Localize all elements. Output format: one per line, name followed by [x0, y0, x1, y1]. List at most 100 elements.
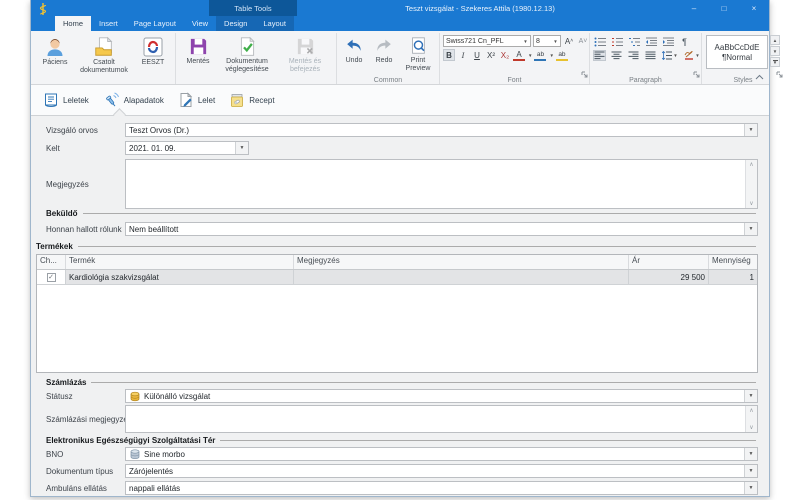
paciens-button[interactable]: Páciens — [35, 34, 75, 67]
scroll-up-icon[interactable]: ∧ — [749, 407, 753, 414]
tab-layout[interactable]: Layout — [255, 16, 294, 31]
ribbon: Páciens Csatolt dokumentumok EESZT Menté… — [31, 31, 783, 85]
dokumentum-tipus-label: Dokumentum típus — [46, 467, 114, 476]
dropdown-icon[interactable]: ▼ — [744, 482, 757, 494]
text-shading-button[interactable]: ab — [555, 49, 568, 61]
maximize-button[interactable]: □ — [709, 0, 739, 16]
dropdown-icon[interactable]: ▼ — [549, 53, 553, 58]
font-color-button[interactable]: A — [513, 49, 525, 61]
numbered-list-icon[interactable] — [610, 36, 623, 47]
mentes-button[interactable]: Mentés — [178, 34, 218, 66]
toolbar-item-recept[interactable]: Recept — [229, 85, 275, 115]
products-table-header: Ch... Termék Megjegyzés Ár Mennyiség — [37, 255, 757, 270]
style-gallery-item[interactable]: AaBbCcDdE ¶Normal — [706, 35, 768, 69]
font-size-combo[interactable]: 8 ▼ — [533, 35, 561, 47]
align-left-icon[interactable] — [593, 50, 606, 61]
bno-label: BNO — [46, 450, 64, 459]
bno-combo[interactable]: Sine morbo ▼ — [125, 447, 758, 461]
line-spacing-icon[interactable]: ▼ — [661, 50, 679, 61]
szamlazasi-megjegyzes-textarea[interactable]: ∧ ∨ — [125, 405, 758, 433]
scrollbar[interactable]: ∧ ∨ — [745, 160, 757, 208]
dropdown-icon[interactable]: ▼ — [521, 39, 530, 44]
scroll-up-icon[interactable]: ∧ — [749, 161, 753, 168]
close-button[interactable]: × — [739, 0, 769, 16]
col-megjegyzes[interactable]: Megjegyzés — [294, 255, 629, 269]
eeszt-icon — [143, 37, 163, 57]
save-icon — [190, 38, 206, 55]
font-dialog-launcher-icon[interactable] — [581, 65, 588, 83]
eeszt-button[interactable]: EESZT — [133, 34, 173, 67]
tab-home[interactable]: Home — [55, 16, 92, 31]
bold-button[interactable]: B — [443, 49, 455, 61]
paragraph-dialog-launcher-icon[interactable] — [693, 65, 700, 83]
decrease-indent-icon[interactable] — [644, 36, 657, 47]
products-table: Ch... Termék Megjegyzés Ár Mennyiség ✓ K… — [36, 254, 758, 373]
kelt-date-combo[interactable]: 2021. 01. 09. ▼ — [125, 141, 249, 155]
tab-design[interactable]: Design — [216, 16, 255, 31]
underline-button[interactable]: U — [471, 49, 483, 61]
highlight-button[interactable]: ab — [534, 49, 547, 61]
col-termek[interactable]: Termék — [66, 255, 294, 269]
col-ar[interactable]: Ár — [629, 255, 709, 269]
col-mennyiseg[interactable]: Mennyiség — [709, 255, 757, 269]
collapse-ribbon-icon[interactable] — [755, 74, 764, 82]
group-label-styles: Styles — [733, 77, 753, 84]
minimize-button[interactable]: – — [679, 0, 709, 16]
styles-dialog-launcher-icon[interactable] — [776, 65, 783, 83]
row-checkbox[interactable]: ✓ — [46, 273, 56, 282]
table-row[interactable]: ✓ Kardiológia szakvizsgálat 29 500 1 — [37, 270, 757, 285]
justify-icon[interactable] — [644, 50, 657, 61]
subscript-button[interactable]: X₂ — [499, 49, 511, 61]
align-center-icon[interactable] — [610, 50, 623, 61]
style-scroll-up-icon[interactable]: ▲ — [770, 35, 780, 45]
scrollbar[interactable]: ∧ ∨ — [745, 406, 757, 432]
grow-font-button[interactable]: A ˄ — [563, 35, 575, 47]
tab-view[interactable]: View — [184, 16, 216, 31]
redo-button: Redo — [369, 34, 399, 65]
borders-shading-icon[interactable]: ▼ — [683, 50, 701, 61]
scroll-down-icon[interactable]: ∨ — [749, 424, 753, 431]
dropdown-icon[interactable]: ▼ — [551, 39, 560, 44]
toolbar-item-leletek[interactable]: Leletek — [43, 85, 89, 115]
tab-page-layout[interactable]: Page Layout — [126, 16, 184, 31]
print-preview-button[interactable]: Print Preview — [399, 34, 437, 73]
dropdown-icon[interactable]: ▼ — [528, 53, 532, 58]
megjegyzes-textarea[interactable]: ∧ ∨ — [125, 159, 758, 209]
increase-indent-icon[interactable] — [661, 36, 674, 47]
superscript-button[interactable]: X² — [485, 49, 497, 61]
dropdown-icon[interactable]: ▼ — [744, 390, 757, 402]
statusz-combo[interactable]: Különálló vizsgálat ▼ — [125, 389, 758, 403]
col-check[interactable]: Ch... — [37, 255, 66, 269]
patient-icon — [47, 39, 63, 56]
dokumentum-tipus-combo[interactable]: Zárójelentés ▼ — [125, 464, 758, 478]
honnan-hallott-combo[interactable]: Nem beállított ▼ — [125, 222, 758, 236]
dropdown-icon[interactable]: ▼ — [235, 142, 248, 154]
font-name-combo[interactable]: Swiss721 Cn_PFL ▼ — [443, 35, 531, 47]
dropdown-icon[interactable]: ▼ — [744, 448, 757, 460]
tab-insert[interactable]: Insert — [91, 16, 126, 31]
toolbar-item-alapadatok[interactable]: Alapadatok — [103, 85, 164, 115]
bullet-list-icon[interactable] — [593, 36, 606, 47]
undo-button[interactable]: Undo — [339, 34, 369, 65]
dropdown-icon[interactable]: ▼ — [744, 223, 757, 235]
vizsgalo-orvos-combo[interactable]: Teszt Orvos (Dr.) ▼ — [125, 123, 758, 137]
dokumentum-veglegesitese-button[interactable]: Dokumentum véglegesítése — [218, 34, 276, 74]
show-paragraph-marks-icon[interactable]: ¶ — [678, 36, 691, 47]
align-right-icon[interactable] — [627, 50, 640, 61]
ribbon-group-save: Mentés Dokumentum véglegesítése Mentés é… — [175, 33, 336, 84]
dropdown-icon[interactable]: ▼ — [744, 465, 757, 477]
group-label-common: Common — [373, 77, 403, 84]
print-preview-icon — [412, 37, 425, 54]
group-label-font: Font — [507, 77, 522, 84]
scroll-down-icon[interactable]: ∨ — [749, 200, 753, 207]
ambulans-ellatas-combo[interactable]: nappali ellátás ▼ — [125, 481, 758, 495]
shrink-font-button[interactable]: A˅ — [577, 35, 589, 47]
style-scroll-down-icon[interactable]: ▼ — [770, 46, 780, 56]
italic-button[interactable]: I — [457, 49, 469, 61]
dropdown-icon[interactable]: ▼ — [744, 124, 757, 136]
mentes-es-befejezes-button: Mentés és befejezés — [276, 34, 334, 74]
szamlazasi-megjegyzes-label: Számlázási megjegyzés — [46, 415, 132, 424]
multilevel-list-icon[interactable] — [627, 36, 640, 47]
toolbar-item-lelet[interactable]: Lelet — [178, 85, 215, 115]
csatolt-dokumentumok-button[interactable]: Csatolt dokumentumok — [75, 34, 133, 75]
